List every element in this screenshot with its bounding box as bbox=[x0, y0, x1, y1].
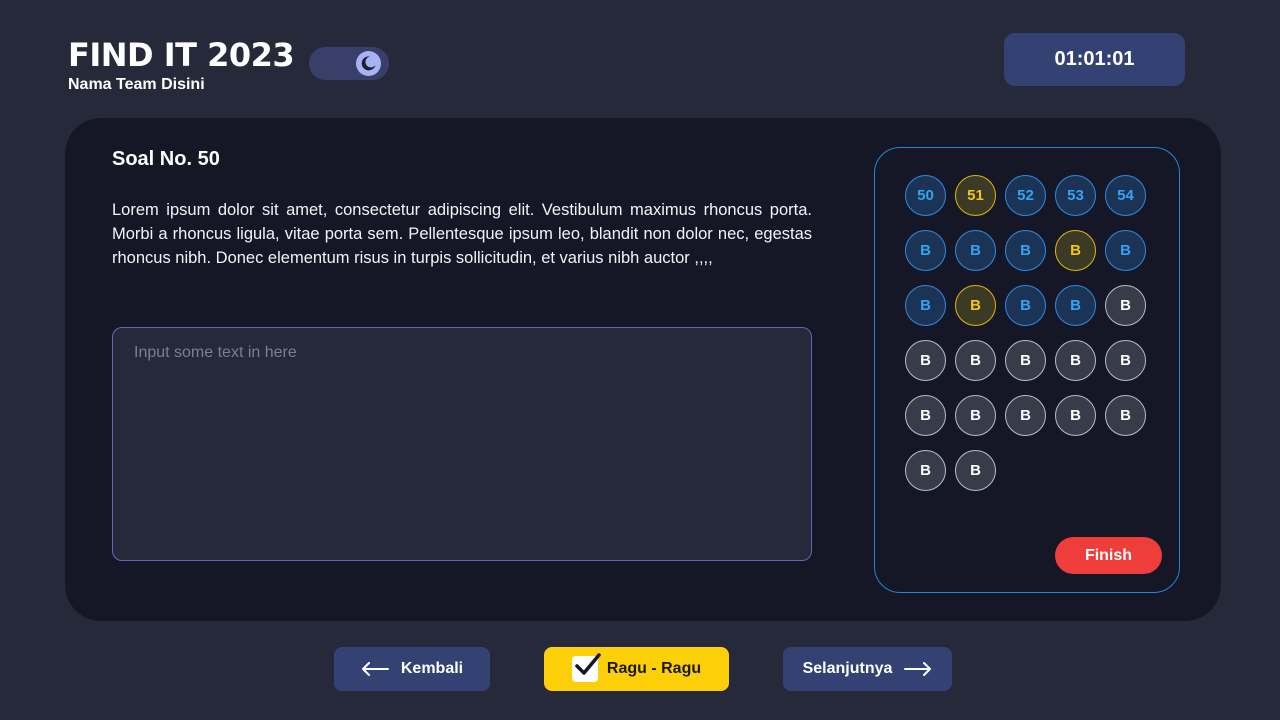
question-number-button[interactable]: B bbox=[905, 230, 946, 271]
question-number-button[interactable]: B bbox=[1105, 340, 1146, 381]
question-number-button[interactable]: B bbox=[955, 395, 996, 436]
theme-toggle[interactable] bbox=[309, 47, 389, 80]
question-number-button[interactable]: 50 bbox=[905, 175, 946, 216]
question-title: Soal No. 50 bbox=[112, 148, 220, 170]
question-number-button[interactable]: B bbox=[1105, 395, 1146, 436]
answer-input[interactable] bbox=[112, 327, 812, 561]
question-number-button[interactable]: B bbox=[1005, 340, 1046, 381]
team-name: Nama Team Disini bbox=[68, 76, 205, 93]
doubt-checkbox[interactable] bbox=[571, 653, 601, 682]
doubt-button[interactable]: Ragu - Ragu bbox=[544, 647, 729, 691]
question-number-button[interactable]: B bbox=[1055, 340, 1096, 381]
question-number-button[interactable]: B bbox=[905, 450, 946, 491]
question-text: Lorem ipsum dolor sit amet, consectetur … bbox=[112, 201, 812, 267]
question-number-button[interactable]: B bbox=[1055, 230, 1096, 271]
back-button-label: Kembali bbox=[400, 660, 464, 677]
question-number-button[interactable]: 52 bbox=[1005, 175, 1046, 216]
doubt-button-label: Ragu - Ragu bbox=[606, 660, 702, 677]
checkmark-icon bbox=[575, 653, 601, 675]
question-number-button[interactable]: B bbox=[905, 285, 946, 326]
theme-toggle-knob[interactable] bbox=[356, 51, 381, 76]
next-button[interactable]: Selanjutnya bbox=[783, 647, 952, 691]
question-number-button[interactable]: B bbox=[1055, 395, 1096, 436]
question-navigator: 50 51 52 53 54 B B B B B B B B B B B B B B B B B B B B B B Finish bbox=[874, 147, 1180, 593]
question-number-button[interactable]: B bbox=[905, 395, 946, 436]
question-number-button[interactable]: B bbox=[905, 340, 946, 381]
question-number-button[interactable]: B bbox=[955, 450, 996, 491]
question-number-button[interactable]: 54 bbox=[1105, 175, 1146, 216]
question-number-button[interactable]: B bbox=[955, 230, 996, 271]
finish-button[interactable]: Finish bbox=[1055, 537, 1162, 574]
question-number-button[interactable]: B bbox=[1105, 285, 1146, 326]
moon-icon bbox=[361, 56, 376, 71]
arrow-right-icon bbox=[904, 662, 932, 676]
question-number-button[interactable]: B bbox=[955, 285, 996, 326]
next-button-label: Selanjutnya bbox=[802, 660, 893, 677]
question-number-button[interactable]: B bbox=[1005, 395, 1046, 436]
question-number-button[interactable]: B bbox=[1105, 230, 1146, 271]
app-title: FIND IT 2023 bbox=[68, 36, 295, 74]
question-card: Soal No. 50 Lorem ipsum dolor sit amet, … bbox=[65, 118, 1221, 621]
question-number-button[interactable]: B bbox=[1005, 230, 1046, 271]
question-number-button[interactable]: B bbox=[1005, 285, 1046, 326]
countdown-timer: 01:01:01 bbox=[1004, 33, 1185, 86]
question-number-button[interactable]: 51 bbox=[955, 175, 996, 216]
back-button[interactable]: Kembali bbox=[334, 647, 490, 691]
question-number-button[interactable]: B bbox=[955, 340, 996, 381]
brand: FIND IT 2023 Nama Team Disini bbox=[68, 36, 295, 94]
question-number-grid: 50 51 52 53 54 B B B B B B B B B B B B B B B B B B B B B B bbox=[905, 175, 1146, 491]
question-number-button[interactable]: B bbox=[1055, 285, 1096, 326]
arrow-left-icon bbox=[361, 662, 389, 676]
question-number-button[interactable]: 53 bbox=[1055, 175, 1096, 216]
